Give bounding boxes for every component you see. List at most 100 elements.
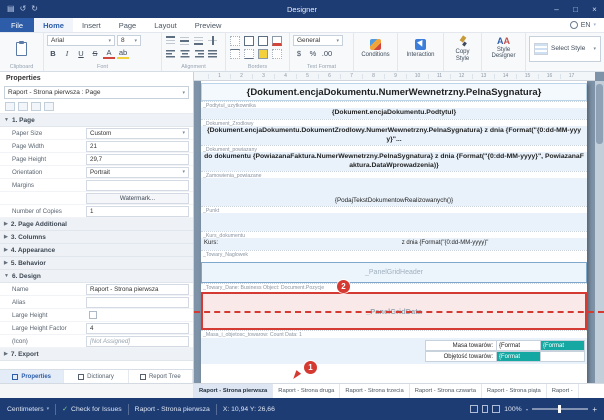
save-icon[interactable]: ▤ [7,0,15,18]
tab-page[interactable]: Page [110,18,146,32]
currency-format-button[interactable]: $ [293,48,305,59]
page-tab-1[interactable]: Raport - Strona pierwsza [194,384,273,398]
single-page-view-icon[interactable] [470,405,478,413]
settings-icon[interactable] [44,102,54,111]
continuous-view-icon[interactable] [482,405,488,413]
align-center-icon[interactable] [179,48,191,59]
align-right-icon[interactable] [193,48,205,59]
border-outer-icon[interactable] [257,35,269,46]
scrollbar-thumb[interactable] [596,84,603,144]
kurs-band[interactable]: Kurs: z dnia {Format("{0:dd-MM-yyyy}" [201,238,587,250]
paste-button[interactable] [3,35,40,63]
page-tab-3[interactable]: Raport - Strona trzecia [340,384,409,398]
zoom-out-button[interactable]: - [526,405,529,414]
tab-insert[interactable]: Insert [73,18,110,32]
highlight-color-button[interactable]: ab [117,48,129,59]
underline-button[interactable]: U [75,48,87,59]
copies-input[interactable]: 1 [86,206,189,217]
units-selector[interactable]: Centimeters ▾ [7,406,49,413]
masa-label-cell[interactable]: Masa towarów: [425,340,497,351]
number-format-select[interactable]: General ▾ [293,35,343,46]
tab-report-tree[interactable]: Report Tree [129,370,193,383]
zoom-slider-thumb[interactable] [558,405,561,413]
section-appearance[interactable]: ▶ 4. Appearance [0,244,193,257]
italic-button[interactable]: I [61,48,73,59]
page-tab-6[interactable]: Raport - [547,384,579,398]
tab-properties[interactable]: Properties [0,370,64,383]
align-middle-icon[interactable] [179,35,191,46]
close-button[interactable]: × [585,0,604,18]
border-all-icon[interactable] [243,35,255,46]
section-page[interactable]: ▼ 1. Page [0,114,193,127]
border-bottom-icon[interactable] [243,48,255,59]
zoom-slider[interactable] [532,408,588,410]
alias-input[interactable] [86,297,189,308]
large-height-checkbox[interactable] [89,311,97,319]
tab-home[interactable]: Home [34,18,73,32]
select-style-button[interactable]: Select Style ▾ [529,35,601,63]
band-podtytul-label[interactable]: _Podtytul_uzytkownika [201,101,587,108]
band-dokument-zrodlowy-label[interactable]: _Dokument_Zrodlowy [201,119,587,126]
decimal-format-button[interactable]: .00 [321,48,333,59]
paper-size-select[interactable]: Custom ▾ [86,128,189,139]
border-style-icon[interactable] [271,48,283,59]
language-selector[interactable]: EN ▾ [562,18,604,32]
report-page[interactable]: {Dokument.encjaDokumentu.NumerWewnetrzny… [201,81,587,383]
align-justify-icon[interactable] [207,48,219,59]
page-tab-5[interactable]: Raport - Strona piąta [482,384,547,398]
alphabetical-view-icon[interactable] [18,102,28,111]
section-design[interactable]: ▼ 6. Design [0,270,193,283]
fill-color-icon[interactable] [257,48,269,59]
style-designer-button[interactable]: Style Designer [485,35,522,63]
tab-preview[interactable]: Preview [186,18,231,32]
design-canvas[interactable]: {Dokument.encjaDokumentu.NumerWewnetrzny… [194,72,604,383]
zamowienia-band[interactable]: {PodajTekstDokumentowRealizowanych()} [201,178,587,206]
orientation-select[interactable]: Portrait ▾ [86,167,189,178]
band-punkt-label[interactable]: _Punkt [201,206,587,213]
masa-value-cell[interactable]: {Format [497,340,541,351]
masa-value2-cell[interactable]: {Format [541,340,585,351]
font-color-button[interactable]: A [103,48,115,59]
selected-object-select[interactable]: Raport - Strona pierwsza : Page ▾ [4,86,189,99]
page-width-input[interactable]: 21 [86,141,189,152]
conditions-button[interactable]: Conditions [357,35,394,63]
tab-layout[interactable]: Layout [145,18,186,32]
font-size-select[interactable]: 8 ▾ [117,35,141,46]
redo-icon[interactable]: ↻ [31,0,38,18]
margins-input[interactable] [86,180,189,191]
border-top-icon[interactable] [229,48,241,59]
icon-input[interactable]: [Not Assigned] [86,336,189,347]
page-height-input[interactable]: 29,7 [86,154,189,165]
band-masa-label[interactable]: _Masa_i_objetosc_towarow: Count Data: 1 [201,330,587,338]
kurs-value-textbox[interactable]: z dnia {Format("{0:dd-MM-yyyy}" [402,240,489,246]
band-towary-dane-label[interactable]: _Towary_Dane: Business Object: Document.… [201,283,587,292]
align-bottom-icon[interactable] [193,35,205,46]
file-menu-button[interactable]: File [0,18,34,32]
align-top-icon[interactable] [165,35,177,46]
categorized-view-icon[interactable] [5,102,15,111]
multiple-pages-view-icon[interactable] [492,405,500,413]
podtytul-textbox[interactable]: {Dokument.encjaDokumentu.Podtytul} [201,108,587,119]
objetosc-value-cell[interactable]: {Format [497,351,541,362]
kurs-caption-textbox[interactable]: Kurs: [204,240,218,246]
bold-button[interactable]: B [47,48,59,59]
text-rotate-icon[interactable] [207,35,219,46]
zoom-in-button[interactable]: + [592,405,597,414]
large-height-factor-input[interactable]: 4 [86,323,189,334]
section-columns[interactable]: ▶ 3. Columns [0,231,193,244]
section-behavior[interactable]: ▶ 5. Behavior [0,257,193,270]
interaction-button[interactable]: Interaction [401,35,440,63]
font-name-select[interactable]: Arial ▾ [47,35,115,46]
border-none-icon[interactable] [229,35,241,46]
tab-dictionary[interactable]: Dictionary [64,370,128,383]
events-view-icon[interactable] [31,102,41,111]
report-title-textbox[interactable]: {Dokument.encjaDokumentu.NumerWewnetrzny… [201,83,587,101]
copy-style-button[interactable]: Copy Style [447,35,478,63]
undo-icon[interactable]: ↺ [20,0,27,18]
border-color-icon[interactable] [271,35,283,46]
section-export[interactable]: ▶ 7. Export [0,348,193,361]
vertical-scrollbar[interactable] [595,81,604,383]
zamowienia-textbox[interactable]: {PodajTekstDokumentowRealizowanych()} [201,197,587,204]
band-kurs-label[interactable]: _Kurs_dokumentu [201,231,587,238]
watermark-button[interactable]: Watermark... [86,193,189,204]
